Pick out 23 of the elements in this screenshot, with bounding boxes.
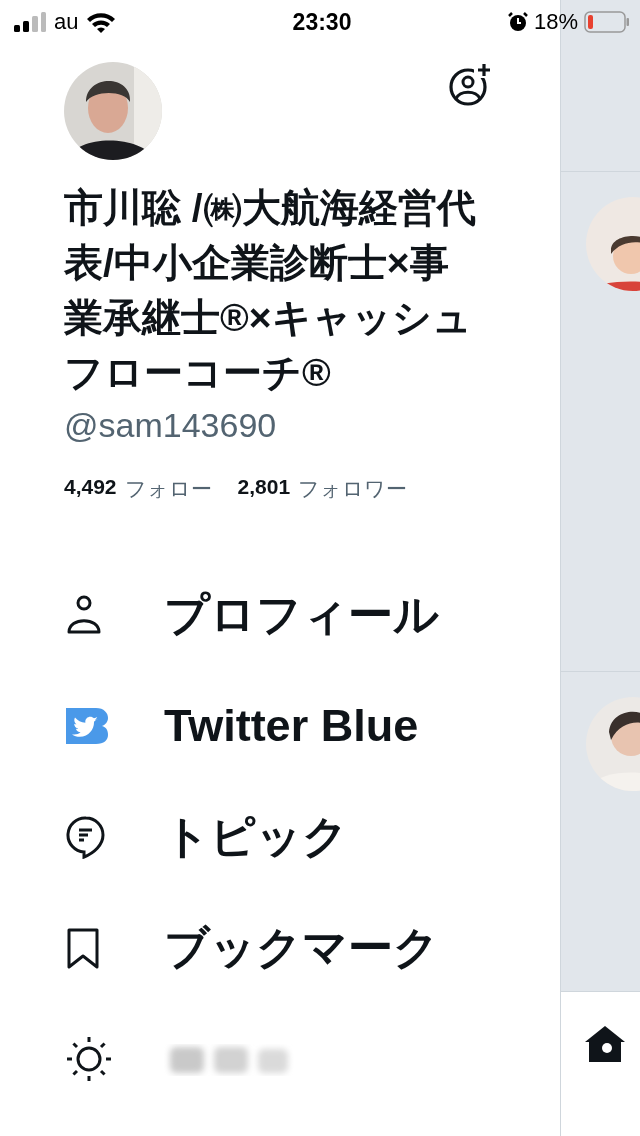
menu-item[interactable]: ブックマーク — [164, 917, 439, 978]
person-icon — [66, 594, 102, 635]
battery-icon — [584, 11, 630, 33]
carrier-name: au — [54, 9, 79, 35]
signal-icon — [14, 12, 46, 32]
stat-label[interactable]: フォロワー — [298, 475, 408, 503]
stat-count: 2,801 — [237, 475, 291, 500]
wifi-icon — [86, 11, 117, 33]
display-name: 市川聡 /㈱大航海経営代表/中小企業診断士×事業承継士®×キャッシュフローコーチ® — [64, 185, 477, 396]
battery-percent: 18% — [533, 9, 578, 35]
home-icon[interactable] — [585, 1026, 625, 1062]
speech-bubble-icon — [66, 814, 106, 859]
stat-count: 4,492 — [64, 475, 117, 500]
menu-item[interactable]: プロフィール — [164, 584, 439, 645]
bird-badge-icon — [66, 707, 108, 744]
user-handle: @sam143690 — [64, 406, 277, 445]
clock-time: 23:30 — [292, 8, 352, 36]
menu-item[interactable]: Twitter Blue — [164, 699, 419, 752]
bookmark-icon — [66, 926, 100, 969]
alarm-icon — [507, 12, 528, 32]
stat-label[interactable]: フォロー — [124, 475, 212, 503]
brightness-icon[interactable] — [66, 1035, 112, 1082]
menu-item[interactable]: トピック — [164, 806, 348, 867]
